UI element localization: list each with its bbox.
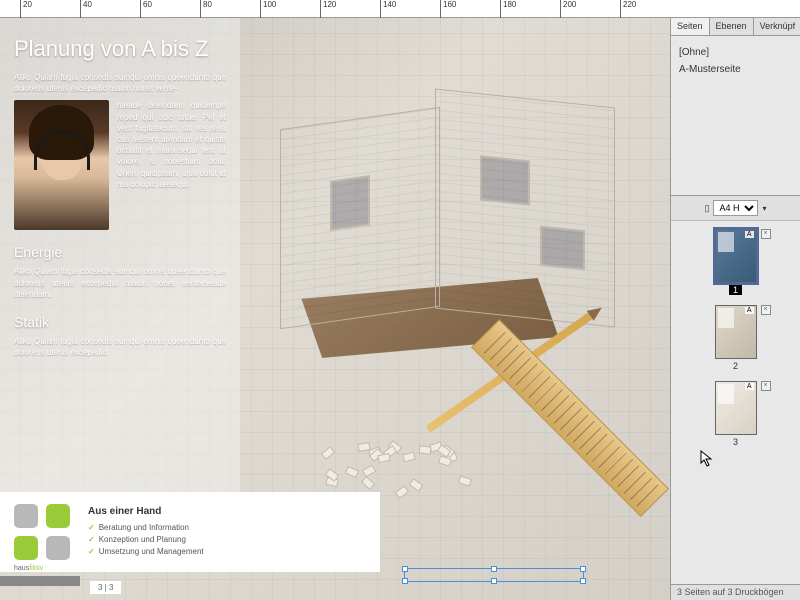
page-thumbnail[interactable]: A×2: [715, 305, 757, 371]
brand-logo: hausfiktiv: [14, 504, 70, 560]
close-icon[interactable]: ×: [761, 381, 771, 391]
page-title: Planung von A bis Z: [14, 36, 226, 62]
rubble-illustration: [300, 438, 480, 498]
ruler-tick: 120: [320, 0, 336, 18]
panel-tabs[interactable]: SeitenEbenenVerknüpf: [671, 18, 800, 36]
ruler-tick: 220: [620, 0, 636, 18]
energie-text: Aliko Quiam fugia consedis sumqui omnis …: [14, 266, 226, 300]
page-thumbnail[interactable]: A×3: [715, 381, 757, 447]
panel-tab[interactable]: Ebenen: [710, 18, 754, 35]
master-page-item[interactable]: A-Musterseite: [679, 61, 792, 78]
statik-text: Aliko Quiam fugia consedis sumqui omnis …: [14, 336, 226, 358]
house-3d-illustration: [280, 78, 630, 398]
column-text: meade delendam, quidempe reped qui odic …: [117, 100, 226, 230]
page-size-row[interactable]: ▯ A4 H ▾: [671, 196, 800, 221]
ruler-tick: 200: [560, 0, 576, 18]
master-letter-badge: A: [745, 307, 754, 314]
master-page-item[interactable]: [Ohne]: [679, 44, 792, 61]
ruler-tick: 20: [20, 0, 32, 18]
footer-item: ✓Konzeption und Planung: [88, 535, 204, 544]
page-number-label: 2: [733, 361, 738, 371]
support-agent-photo: [14, 100, 109, 230]
brand-name: hausfiktiv: [14, 565, 43, 572]
mouse-cursor-icon: [700, 450, 714, 468]
page-number: 3 | 3: [90, 581, 121, 594]
panel-status: 3 Seiten auf 3 Druckbögen: [671, 584, 800, 600]
selection-frame[interactable]: [404, 568, 584, 582]
ruler-tick: 40: [80, 0, 92, 18]
ruler-tick: 160: [440, 0, 456, 18]
master-letter-badge: A: [745, 231, 754, 238]
ruler-tick: 180: [500, 0, 516, 18]
page-number-label: 3: [733, 437, 738, 447]
headset-icon: [34, 130, 90, 170]
ruler-tick: 60: [140, 0, 152, 18]
intro-text: Aliko Quiam fugia consedis sumqui omnis …: [14, 72, 226, 94]
page-thumbnail[interactable]: A×1: [715, 229, 757, 295]
master-pages-list[interactable]: [Ohne]A-Musterseite: [671, 36, 800, 196]
ruler-tick: 80: [200, 0, 212, 18]
ruler-tick: 140: [380, 0, 396, 18]
pages-panel[interactable]: SeitenEbenenVerknüpf [Ohne]A-Musterseite…: [670, 18, 800, 600]
horizontal-ruler[interactable]: 20 40 60 80 100 120 140 160 180 200 220: [0, 0, 800, 18]
master-letter-badge: A: [745, 383, 754, 390]
close-icon[interactable]: ×: [761, 305, 771, 315]
heading-energie: Energie: [14, 244, 226, 260]
ruler-tick: 100: [260, 0, 276, 18]
page-size-select[interactable]: A4 H: [713, 200, 758, 216]
footer-item: ✓Beratung und Information: [88, 523, 204, 532]
heading-statik: Statik: [14, 314, 226, 330]
page-thumbnails[interactable]: A×1A×2A×3: [671, 221, 800, 455]
close-icon[interactable]: ×: [761, 229, 771, 239]
footer-heading: Aus einer Hand: [88, 506, 204, 517]
text-overlay-panel: Planung von A bis Z Aliko Quiam fugia co…: [0, 18, 240, 508]
footer-box: hausfiktiv Aus einer Hand ✓Beratung und …: [0, 492, 380, 572]
footer-item: ✓Umsetzung und Management: [88, 547, 204, 556]
document-canvas[interactable]: Planung von A bis Z Aliko Quiam fugia co…: [0, 18, 670, 600]
panel-tab[interactable]: Seiten: [671, 18, 710, 35]
panel-tab[interactable]: Verknüpf: [754, 18, 800, 35]
page-number-label: 1: [729, 285, 742, 295]
page-bar: [0, 576, 80, 586]
